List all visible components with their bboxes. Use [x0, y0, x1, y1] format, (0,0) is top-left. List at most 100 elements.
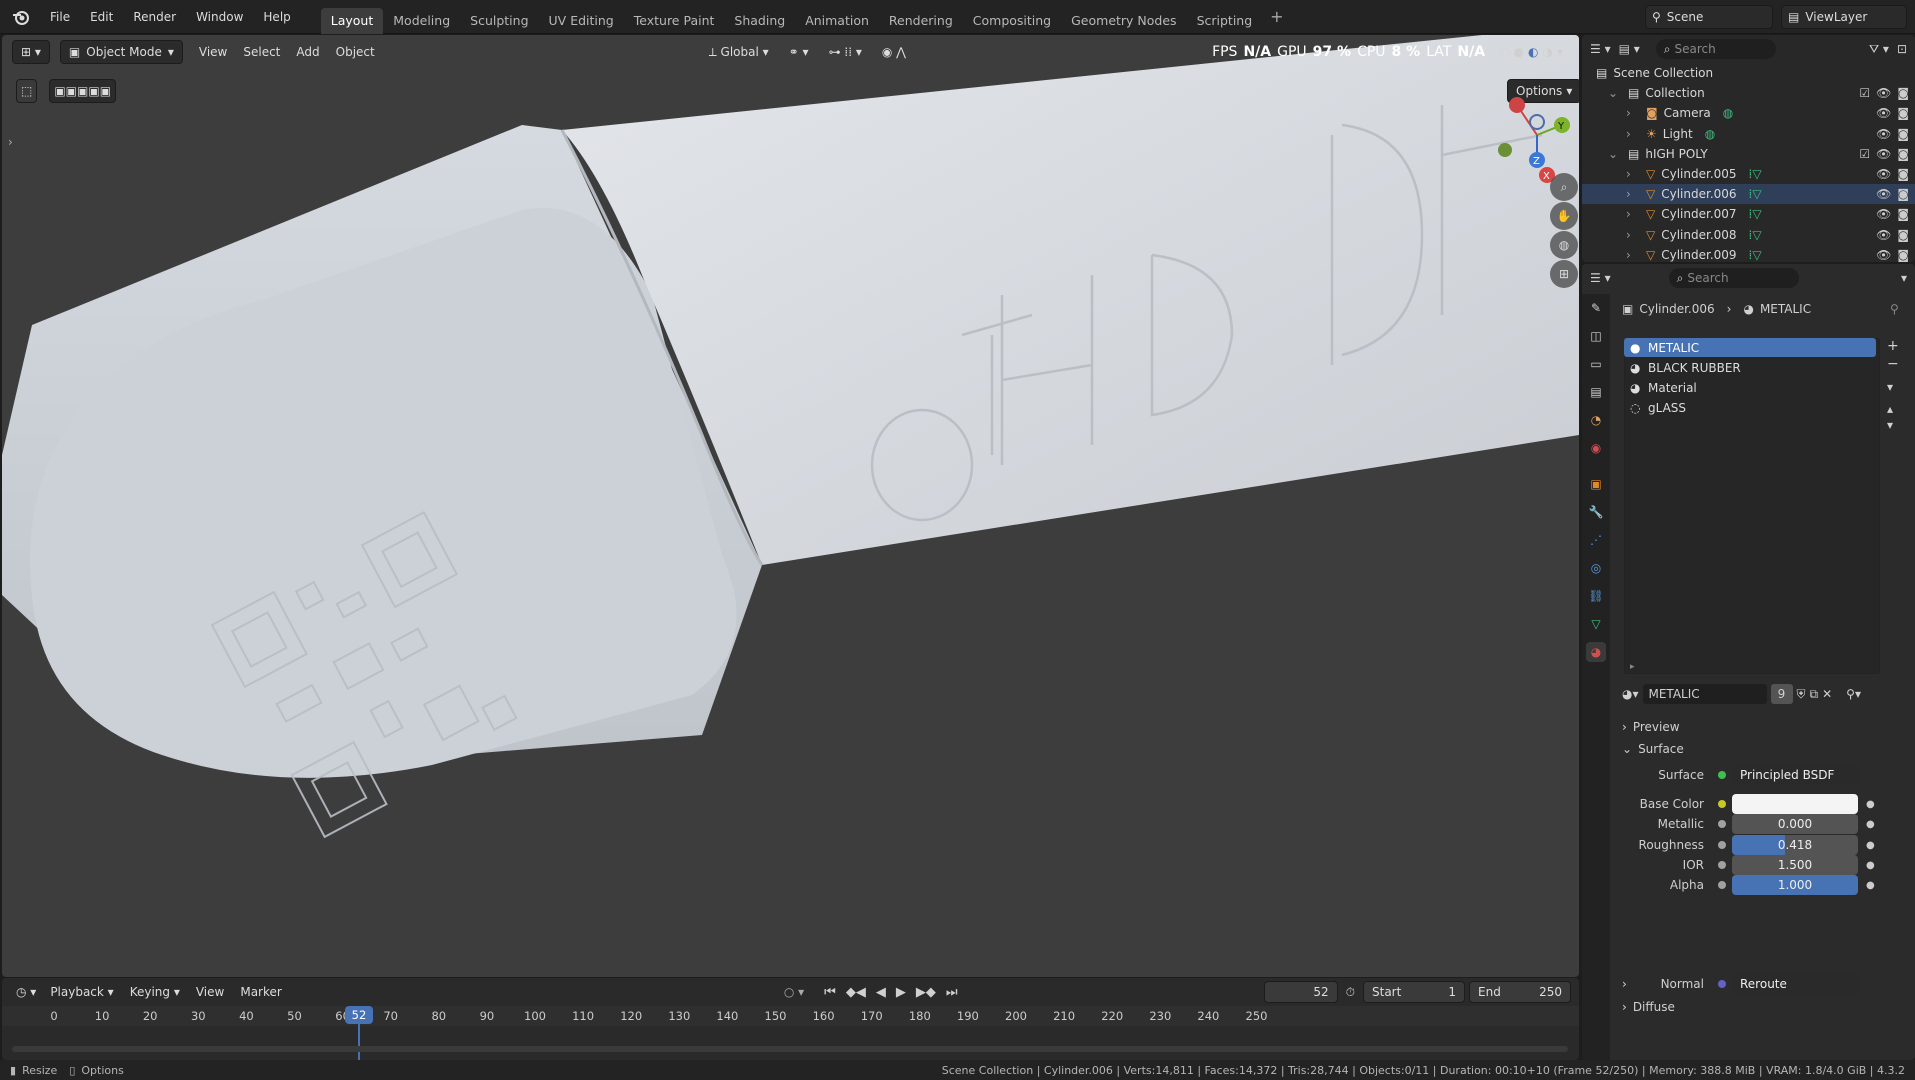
physics-tab-icon[interactable]: ◎	[1586, 558, 1606, 578]
pivot-button[interactable]: ⚭ ▾	[781, 40, 817, 64]
unlink-icon[interactable]: ✕	[1822, 687, 1832, 701]
zoom-icon[interactable]: ⌕	[1550, 173, 1578, 201]
chevron-right-icon[interactable]: ›	[1626, 187, 1640, 201]
camera-view-icon[interactable]: ◍	[1550, 231, 1578, 259]
roughness-field[interactable]: 0.418	[1732, 835, 1858, 855]
viewport-menu-object[interactable]: Object	[328, 40, 383, 64]
workspace-tab-rendering[interactable]: Rendering	[879, 8, 963, 34]
material-slot[interactable]: ● METALIC	[1624, 338, 1876, 357]
chevron-down-icon[interactable]: ▾	[1557, 45, 1563, 59]
render-camera-icon[interactable]: ◙	[1897, 248, 1909, 262]
timeline-menu-keying[interactable]: Keying ▾	[122, 980, 188, 1004]
outliner-row[interactable]: ⌄ ▤ hIGH POLY ☑ 👁 ◙	[1582, 144, 1915, 164]
menu-window[interactable]: Window	[186, 5, 253, 29]
play-icon[interactable]: ▶	[896, 985, 906, 1000]
playhead-frame-badge[interactable]: 52	[345, 1006, 373, 1024]
material-slot[interactable]: ◌ gLASS	[1624, 398, 1876, 417]
node-tree-icon[interactable]: ⚲▾	[1846, 687, 1861, 701]
rendered-shading-icon[interactable]: ◑	[1542, 45, 1552, 59]
timeline-menu-playback[interactable]: Playback ▾	[42, 980, 121, 1004]
keyframe-dot-icon[interactable]: ●	[1866, 880, 1875, 891]
render-tab-icon[interactable]: ◫	[1586, 326, 1606, 346]
properties-editor[interactable]: ☰ ▾ ⌕ Search ▾ ✎ ◫ ▭ ▤ ◔ ◉ ▣ 🔧 ⋰ ◎ ⛓ ▽ ◕…	[1582, 264, 1915, 1060]
pan-hand-icon[interactable]: ✋	[1550, 202, 1578, 230]
toolbar-expand-icon[interactable]: ›	[8, 135, 13, 149]
jump-end-icon[interactable]: ⏭	[946, 985, 958, 1000]
normal-input-dropdown[interactable]: Reroute	[1732, 974, 1858, 994]
chevron-down-icon[interactable]: ▾	[1887, 380, 1899, 394]
keyframe-dot-icon[interactable]: ●	[1866, 799, 1875, 810]
end-frame-field[interactable]: End 250	[1469, 981, 1571, 1003]
viewport-menu-add[interactable]: Add	[288, 40, 327, 64]
outliner-row[interactable]: › ▽ Cylinder.005 ⁞▽ 👁 ◙	[1582, 164, 1915, 184]
render-camera-icon[interactable]: ◙	[1897, 86, 1909, 100]
workspace-tab-sculpting[interactable]: Sculpting	[460, 8, 538, 34]
render-camera-icon[interactable]: ◙	[1897, 106, 1909, 120]
snap-button[interactable]: ⊶ ⁞⁞ ▾	[821, 40, 870, 64]
perspective-grid-icon[interactable]: ⊞	[1550, 260, 1578, 288]
expand-list-icon[interactable]: ▸	[1630, 662, 1635, 672]
start-frame-field[interactable]: Start 1	[1363, 981, 1465, 1003]
base-color-field[interactable]	[1732, 794, 1858, 814]
tool-tab-icon[interactable]: ✎	[1586, 298, 1606, 318]
workspace-tab-uv-editing[interactable]: UV Editing	[539, 8, 624, 34]
timeline-menu-view[interactable]: View	[188, 980, 232, 1004]
material-name-field[interactable]: METALIC	[1642, 684, 1767, 704]
add-workspace-button[interactable]: +	[1262, 7, 1291, 26]
chevron-right-icon[interactable]: ›	[1626, 106, 1640, 120]
light-data-icon[interactable]: ◍	[1705, 127, 1715, 141]
next-keyframe-icon[interactable]: ▶◆	[916, 985, 936, 1000]
mode-dropdown[interactable]: ▣ Object Mode ▾	[59, 40, 183, 64]
move-up-icon[interactable]: ▴	[1887, 402, 1899, 416]
outliner-row[interactable]: › ◙ Camera ◍ 👁 ◙	[1582, 103, 1915, 123]
auto-keying-icon[interactable]: ○ ▾	[784, 985, 804, 999]
mesh-data-icon[interactable]: ⁞▽	[1749, 248, 1762, 262]
chevron-right-icon[interactable]: ›	[1626, 127, 1640, 141]
outliner[interactable]: ☰ ▾ ▤ ▾ ⌕ Search ⛛ ▾ ⊡ ▤ Scene Collection…	[1582, 35, 1915, 262]
workspace-tab-modeling[interactable]: Modeling	[383, 8, 460, 34]
modifier-tab-icon[interactable]: 🔧	[1586, 502, 1606, 522]
eye-icon[interactable]: 👁	[1876, 167, 1891, 181]
outliner-search-input[interactable]: ⌕ Search	[1655, 39, 1776, 59]
eye-icon[interactable]: 👁	[1876, 106, 1891, 120]
workspace-tab-scripting[interactable]: Scripting	[1187, 8, 1263, 34]
metallic-field[interactable]: 0.000	[1732, 814, 1858, 834]
chevron-down-icon[interactable]: ▾	[1901, 271, 1907, 285]
workspace-tab-layout[interactable]: Layout	[320, 7, 384, 34]
constraints-tab-icon[interactable]: ⛓	[1586, 586, 1606, 606]
render-camera-icon[interactable]: ◙	[1897, 228, 1909, 242]
render-camera-icon[interactable]: ◙	[1897, 207, 1909, 221]
3d-viewport[interactable]: ⊞ ▾ ▣ Object Mode ▾ View Select Add Object …	[2, 35, 1579, 977]
gizmo-neg-x[interactable]	[1509, 97, 1525, 113]
chevron-right-icon[interactable]: ›	[1626, 207, 1640, 221]
material-tab-icon[interactable]: ◕	[1586, 642, 1606, 662]
add-slot-button[interactable]: +	[1887, 338, 1899, 354]
filter-icon[interactable]: ⛛ ▾	[1869, 42, 1889, 57]
outliner-row[interactable]: ⌄ ▤ Collection ☑ 👁 ◙	[1582, 83, 1915, 103]
checkbox-icon[interactable]: ☑	[1859, 86, 1870, 100]
remove-slot-button[interactable]: −	[1887, 356, 1899, 372]
checkbox-icon[interactable]: ☑	[1859, 147, 1870, 161]
eye-icon[interactable]: 👁	[1876, 147, 1891, 161]
render-camera-icon[interactable]: ◙	[1897, 147, 1909, 161]
solid-shading-icon[interactable]: ●	[1514, 45, 1524, 59]
mesh-data-icon[interactable]: ⁞▽	[1749, 187, 1762, 201]
object-tab-icon[interactable]: ▣	[1586, 474, 1606, 494]
camera-data-icon[interactable]: ◍	[1723, 106, 1733, 120]
outliner-row[interactable]: › ▽ Cylinder.009 ⁞▽ 👁 ◙	[1582, 245, 1915, 262]
chevron-right-icon[interactable]: ›	[1626, 248, 1640, 262]
new-collection-icon[interactable]: ⊡	[1897, 42, 1907, 56]
eye-icon[interactable]: 👁	[1876, 127, 1891, 141]
keyframe-dot-icon[interactable]: ●	[1866, 860, 1875, 871]
viewport-menu-select[interactable]: Select	[235, 40, 288, 64]
surface-panel-header[interactable]: ⌄ Surface	[1622, 739, 1902, 759]
current-frame-field[interactable]: 52	[1263, 981, 1338, 1003]
menu-file[interactable]: File	[40, 5, 80, 29]
menu-render[interactable]: Render	[123, 5, 186, 29]
select-box-mode-icon[interactable]: ▣▣▣▣▣	[49, 79, 117, 103]
data-tab-icon[interactable]: ▽	[1586, 614, 1606, 634]
material-browse-icon[interactable]: ◕▾	[1622, 687, 1639, 701]
timeline-editor[interactable]: ◷ ▾ Playback ▾ Keying ▾ View Marker ○ ▾ ⏮ ◆…	[2, 978, 1579, 1060]
mesh-data-icon[interactable]: ⁞▽	[1749, 228, 1762, 242]
eye-icon[interactable]: 👁	[1876, 207, 1891, 221]
